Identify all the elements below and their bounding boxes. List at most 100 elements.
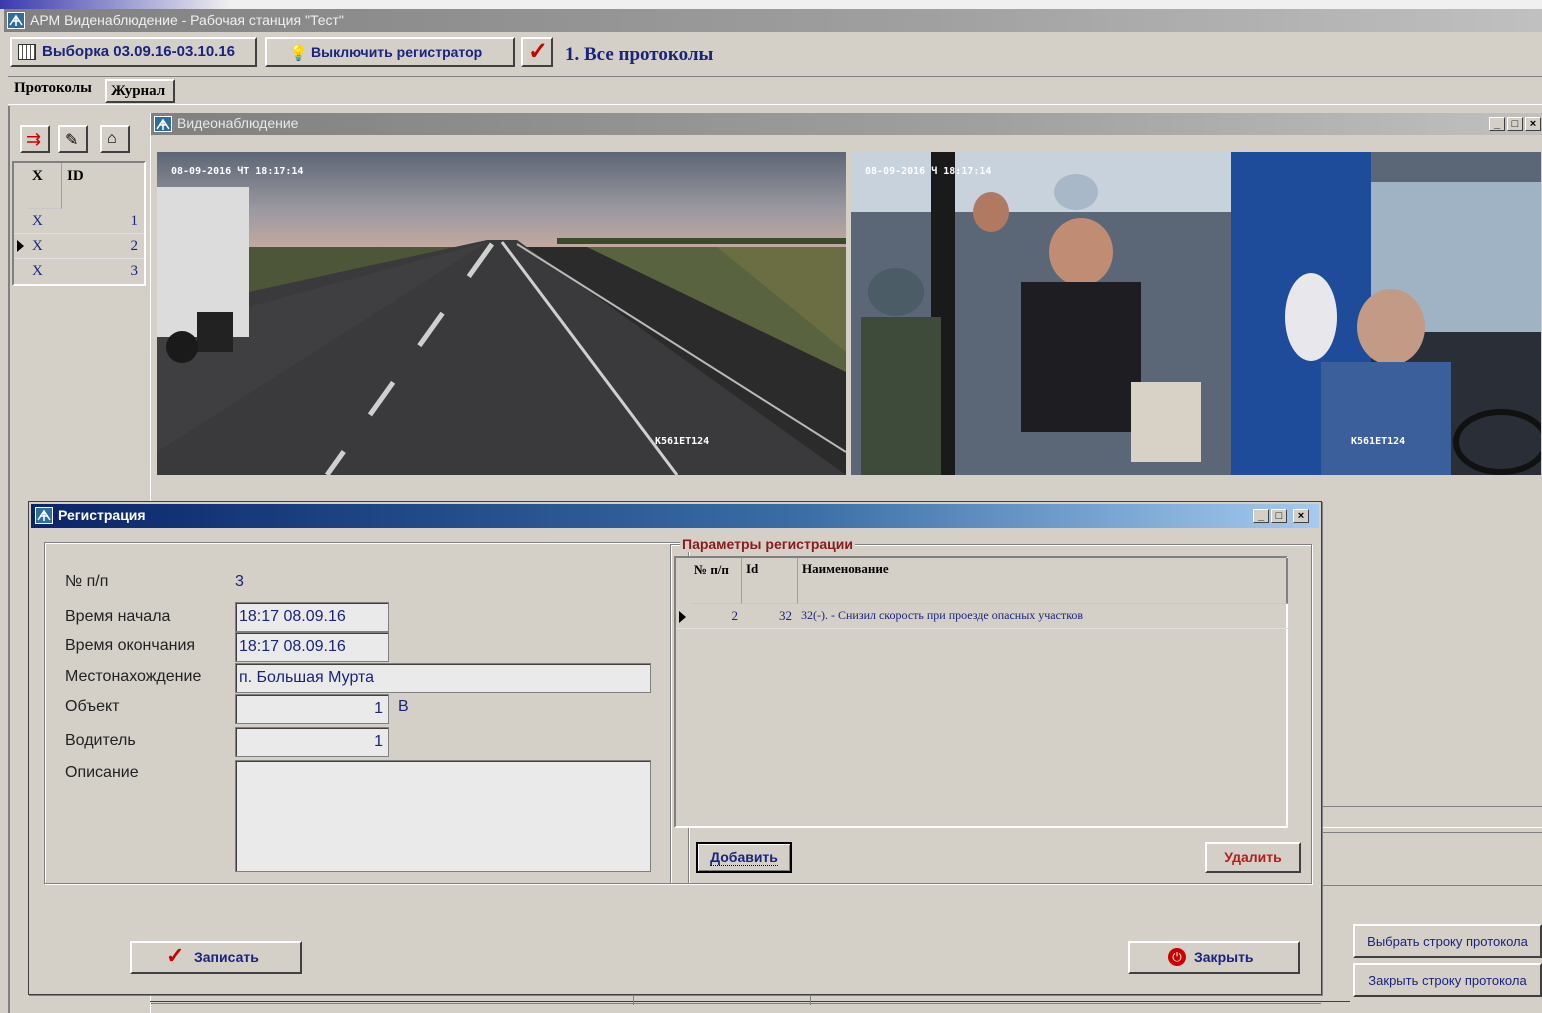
- recorder-toggle-button[interactable]: 💡 Выключить регистратор: [265, 37, 515, 67]
- underlying-grid-sep: [633, 995, 634, 1005]
- maximize-icon[interactable]: □: [1507, 117, 1523, 131]
- camera-cabin-view[interactable]: 08-09-2016 Ч 18:17:14 К561ЕТ124: [851, 152, 1541, 475]
- video-window-icon: [154, 116, 172, 132]
- grid-rows: X 1 X 2 X 3: [14, 209, 144, 284]
- add-param-button[interactable]: Добавить: [696, 842, 792, 873]
- num-label: № п/п: [65, 573, 109, 590]
- table-row[interactable]: X 2: [14, 234, 144, 259]
- underlying-grid-bottom: [150, 1001, 1350, 1002]
- close-button[interactable]: ⏻ Закрыть: [1128, 941, 1300, 974]
- end-time-input[interactable]: [235, 632, 389, 662]
- add-record-icon: ⇉: [26, 129, 42, 149]
- params-grid: № п/п Id Наименование 2 32 32(-). - Сниз…: [674, 556, 1288, 828]
- video-record-button[interactable]: ⌂: [100, 125, 130, 153]
- registration-fields-group: № п/п 3 Время начала Время окончания Мес…: [44, 542, 689, 884]
- registration-title: Регистрация: [58, 507, 146, 523]
- location-input[interactable]: [235, 663, 651, 693]
- camera-icon: ⌂: [107, 130, 117, 147]
- road-scene-image: [157, 152, 846, 475]
- driver-label: Водитель: [65, 732, 136, 749]
- object-label: Объект: [65, 698, 120, 715]
- params-header-num[interactable]: № п/п: [690, 558, 742, 604]
- cam1-timestamp: 08-09-2016 ЧТ 18:17:14: [171, 166, 304, 177]
- protocol-grid: X ID X 1 X 2 X 3: [12, 161, 146, 286]
- save-button[interactable]: ✓ Записать: [130, 941, 302, 974]
- filter-checkbox[interactable]: ✓: [521, 37, 553, 67]
- driver-input[interactable]: [235, 727, 389, 757]
- underlying-bottom-line: [151, 1003, 1321, 1004]
- save-label: Записать: [194, 949, 259, 965]
- row-x: X: [32, 238, 43, 254]
- edit-record-button[interactable]: ✎: [58, 125, 88, 153]
- cam2-plate: К561ЕТ124: [1351, 436, 1406, 447]
- app-network-icon: [7, 12, 25, 29]
- filter-label: 1. Все протоколы: [565, 44, 714, 65]
- video-title-bar[interactable]: Видеонаблюдение _ □ ×: [151, 113, 1542, 135]
- recorder-label: Выключить регистратор: [311, 44, 483, 60]
- cam2-timestamp: 08-09-2016 Ч 18:17:14: [865, 166, 992, 177]
- edit-record-icon: ✎: [65, 132, 79, 149]
- param-row-id: 32: [779, 608, 792, 623]
- start-time-input[interactable]: [235, 602, 389, 632]
- minimize-icon[interactable]: _: [1253, 509, 1269, 523]
- close-icon[interactable]: ×: [1293, 509, 1309, 523]
- param-row-name: 32(-). - Снизил скорость при проезде опа…: [801, 608, 1084, 622]
- check-icon: ✓: [528, 38, 549, 65]
- params-group-title: Параметры регистрации: [680, 536, 855, 552]
- table-row[interactable]: X 3: [14, 259, 144, 284]
- location-label: Местонахождение: [65, 668, 202, 685]
- registration-window-icon: [35, 507, 53, 524]
- end-time-label: Время окончания: [65, 637, 196, 654]
- select-protocol-row-button[interactable]: Выбрать строку протокола: [1353, 924, 1542, 958]
- cabin-scene-image: [851, 152, 1541, 475]
- left-panel-border: [8, 106, 10, 1013]
- param-row-num: 2: [731, 608, 739, 623]
- maximize-icon[interactable]: □: [1271, 509, 1287, 523]
- start-time-label: Время начала: [65, 608, 171, 625]
- app-title: АРМ Виденаблюдение - Рабочая станция "Те…: [30, 12, 344, 28]
- row-x: X: [32, 213, 43, 229]
- underlying-grid-sep: [810, 995, 811, 1005]
- power-stop-icon: ⏻: [1168, 948, 1186, 966]
- toolbar-divider: [8, 76, 1542, 77]
- close-label: Закрыть: [1194, 949, 1254, 965]
- tab-baseline: [8, 104, 1542, 105]
- header-x[interactable]: X: [28, 163, 62, 209]
- tab-journal[interactable]: Журнал: [105, 79, 175, 103]
- current-row-pointer-icon: [679, 611, 686, 623]
- params-header-id[interactable]: Id: [742, 558, 798, 604]
- selection-button[interactable]: Выборка 03.09.16-03.10.16: [10, 37, 257, 67]
- desktop-strip: [0, 0, 1542, 9]
- grid-header: X ID: [14, 163, 144, 209]
- cam1-plate: К561ЕТ124: [655, 436, 710, 447]
- underlying-line: [1321, 832, 1542, 833]
- main-title-bar[interactable]: АРМ Виденаблюдение - Рабочая станция "Те…: [4, 9, 1542, 32]
- num-value: 3: [235, 573, 244, 590]
- registration-title-bar[interactable]: Регистрация _ □ ×: [31, 504, 1319, 528]
- row-id: 1: [130, 213, 139, 229]
- description-textarea[interactable]: [235, 760, 651, 872]
- table-row[interactable]: 2 32 32(-). - Снизил скорость при проезд…: [676, 605, 1288, 629]
- close-protocol-row-button[interactable]: Закрыть строку протокола: [1353, 963, 1542, 997]
- table-row[interactable]: X 1: [14, 209, 144, 234]
- lightbulb-icon: 💡: [289, 45, 308, 62]
- underlying-splitter: [1321, 806, 1542, 828]
- description-label: Описание: [65, 764, 139, 781]
- check-icon: ✓: [166, 943, 185, 968]
- underlying-line-2: [1321, 885, 1542, 886]
- minimize-icon[interactable]: _: [1489, 117, 1505, 131]
- calendar-icon: [18, 44, 36, 60]
- params-header-name[interactable]: Наименование: [798, 558, 1288, 604]
- registration-params-group: Параметры регистрации № п/п Id Наименова…: [670, 536, 1312, 884]
- add-record-button[interactable]: ⇉: [20, 125, 50, 153]
- header-id[interactable]: ID: [63, 163, 143, 209]
- add-param-label: Добавить: [710, 849, 778, 866]
- row-x: X: [32, 263, 43, 279]
- delete-param-button[interactable]: Удалить: [1205, 842, 1301, 873]
- object-input[interactable]: [235, 694, 389, 724]
- tab-protocols[interactable]: Протоколы: [12, 80, 94, 102]
- video-title: Видеонаблюдение: [177, 115, 299, 131]
- close-icon[interactable]: ×: [1525, 117, 1541, 131]
- camera-road-view[interactable]: 08-09-2016 ЧТ 18:17:14 К561ЕТ124: [157, 152, 846, 475]
- row-id: 3: [130, 263, 139, 279]
